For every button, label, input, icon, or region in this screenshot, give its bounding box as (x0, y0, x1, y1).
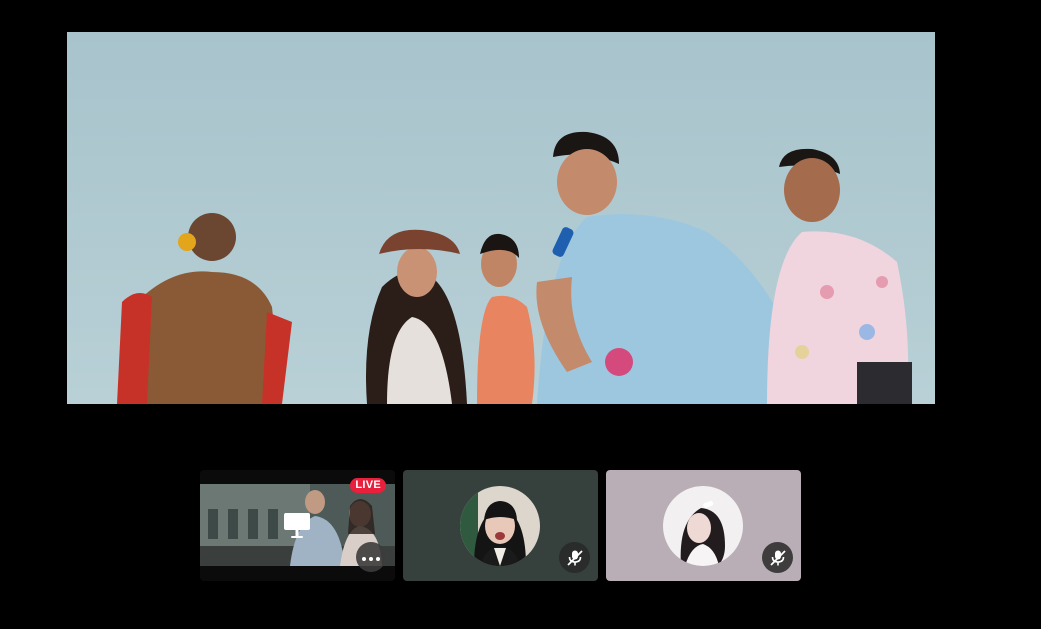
microphone-muted-icon (559, 542, 590, 573)
more-options-icon (362, 548, 380, 566)
participant-tile-2[interactable] (606, 470, 801, 581)
main-video-stage[interactable] (67, 32, 935, 404)
participant-tile-1[interactable] (403, 470, 598, 581)
avatar (663, 486, 743, 566)
avatar (460, 486, 540, 566)
microphone-muted-icon (762, 542, 793, 573)
shared-video-frame (67, 32, 935, 404)
monitor-icon (283, 511, 311, 541)
more-options-button[interactable] (356, 542, 386, 572)
screen-share-tile[interactable]: LIVE (200, 470, 395, 581)
live-badge: LIVE (350, 478, 386, 493)
